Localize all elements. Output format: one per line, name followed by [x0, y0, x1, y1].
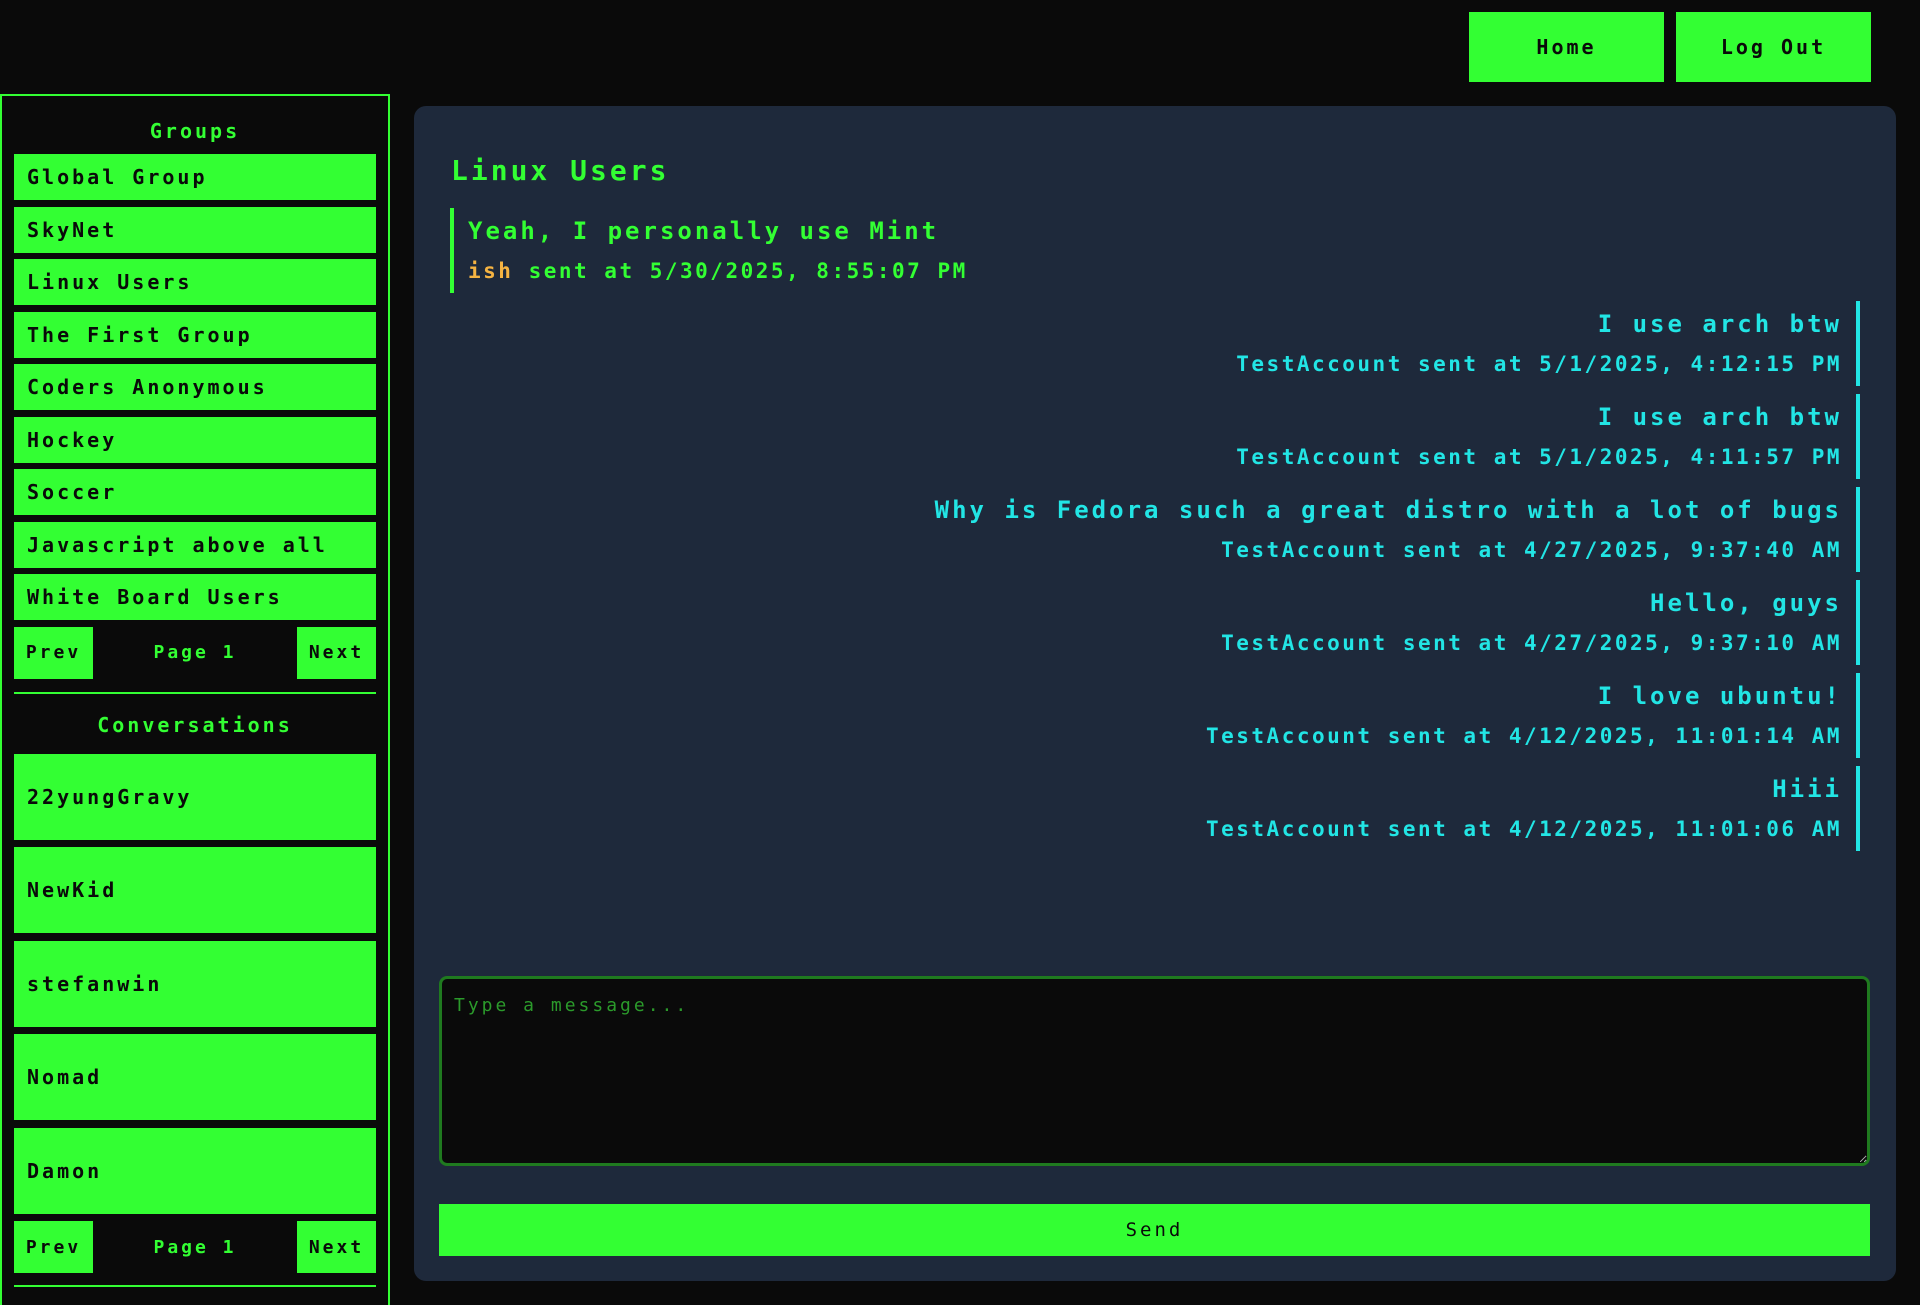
conversation-item[interactable]: Nomad — [14, 1034, 376, 1120]
group-item[interactable]: White Board Users — [14, 574, 376, 620]
message-timestamp: sent at 5/1/2025, 4:11:57 PM — [1402, 444, 1842, 469]
groups-next-button[interactable]: Next — [297, 626, 376, 679]
message-item: I love ubuntu! TestAccount sent at 4/12/… — [450, 673, 1860, 758]
sidebar-divider-bottom — [14, 1285, 376, 1287]
group-item[interactable]: Coders Anonymous — [14, 364, 376, 410]
message-text: I use arch btw — [1597, 309, 1842, 338]
chat-title: Linux Users — [451, 154, 670, 187]
message-text: I love ubuntu! — [1597, 681, 1842, 710]
message-timestamp: sent at 5/1/2025, 4:12:15 PM — [1402, 351, 1842, 376]
message-meta: TestAccount sent at 5/1/2025, 4:11:57 PM — [464, 437, 1842, 477]
conversations-next-button[interactable]: Next — [297, 1221, 376, 1273]
message-sender: TestAccount — [1221, 537, 1388, 562]
home-button[interactable]: Home — [1469, 12, 1664, 82]
sidebar: Groups Global Group SkyNet Linux Users T… — [0, 94, 390, 1305]
groups-pager: Prev Page 1 Next — [14, 626, 376, 679]
message-sender: TestAccount — [1205, 723, 1373, 748]
message-meta: TestAccount sent at 4/12/2025, 11:01:06 … — [464, 809, 1842, 849]
message-timestamp: sent at 4/12/2025, 11:01:06 AM — [1372, 816, 1842, 841]
conversation-item[interactable]: NewKid — [14, 847, 376, 933]
message-item: I use arch btw TestAccount sent at 5/1/2… — [450, 301, 1860, 386]
message-text: Why is Fedora such a great distro with a… — [934, 495, 1842, 524]
message-meta: TestAccount sent at 4/12/2025, 11:01:14 … — [464, 716, 1842, 756]
message-sender: TestAccount — [1221, 630, 1388, 655]
message-input[interactable] — [439, 976, 1870, 1166]
message-timestamp: sent at 5/30/2025, 8:55:07 PM — [513, 258, 968, 283]
groups-title: Groups — [149, 119, 241, 143]
message-meta: TestAccount sent at 4/27/2025, 9:37:10 A… — [464, 623, 1842, 663]
group-item[interactable]: SkyNet — [14, 206, 376, 253]
conversations-page-label: Page 1 — [153, 1236, 237, 1258]
logout-button[interactable]: Log Out — [1676, 12, 1871, 82]
top-nav: Home Log Out — [1469, 12, 1871, 82]
group-item[interactable]: Hockey — [14, 416, 376, 463]
group-item[interactable]: Javascript above all — [14, 521, 376, 568]
conversation-item[interactable]: Damon — [14, 1127, 376, 1214]
sidebar-divider — [14, 691, 376, 694]
message-timestamp: sent at 4/27/2025, 9:37:40 AM — [1387, 537, 1842, 562]
group-item[interactable]: Linux Users — [14, 259, 376, 305]
conversation-item[interactable]: stefanwin — [14, 940, 376, 1027]
message-list: Yeah, I personally use Mint ish sent at … — [450, 208, 1860, 859]
message-timestamp: sent at 4/12/2025, 11:01:14 AM — [1372, 723, 1842, 748]
message-meta: TestAccount sent at 4/27/2025, 9:37:40 A… — [464, 530, 1842, 570]
message-text: I use arch btw — [1597, 402, 1842, 431]
message-sender: TestAccount — [1236, 444, 1403, 469]
message-item: Hiii TestAccount sent at 4/12/2025, 11:0… — [450, 766, 1860, 851]
message-text: Yeah, I personally use Mint — [468, 216, 940, 245]
group-item[interactable]: The First Group — [14, 311, 376, 358]
conversation-item[interactable]: 22yungGravy — [14, 753, 376, 840]
conversations-prev-button[interactable]: Prev — [14, 1221, 93, 1273]
message-item: Yeah, I personally use Mint ish sent at … — [450, 208, 1860, 293]
send-button[interactable]: Send — [439, 1204, 1870, 1256]
conversation-list: 22yungGravy NewKid stefanwin Nomad Damon — [14, 753, 376, 1214]
message-item: Hello, guys TestAccount sent at 4/27/202… — [450, 580, 1860, 665]
message-text: Hiii — [1772, 774, 1842, 803]
conversations-pager: Prev Page 1 Next — [14, 1221, 376, 1273]
group-list: Global Group SkyNet Linux Users The Firs… — [14, 154, 376, 620]
message-sender: TestAccount — [1236, 351, 1403, 376]
message-item: I use arch btw TestAccount sent at 5/1/2… — [450, 394, 1860, 479]
message-item: Why is Fedora such a great distro with a… — [450, 487, 1860, 572]
group-item[interactable]: Soccer — [14, 469, 376, 515]
groups-page-label: Page 1 — [153, 642, 237, 663]
message-sender: TestAccount — [1205, 816, 1373, 841]
message-text: Hello, guys — [1650, 588, 1842, 617]
chat-panel: Linux Users Yeah, I personally use Mint … — [414, 106, 1896, 1281]
message-meta: TestAccount sent at 5/1/2025, 4:12:15 PM — [464, 344, 1842, 384]
conversations-title: Conversations — [97, 712, 293, 737]
message-meta: ish sent at 5/30/2025, 8:55:07 PM — [468, 251, 1846, 291]
groups-prev-button[interactable]: Prev — [14, 626, 93, 679]
group-item[interactable]: Global Group — [14, 154, 376, 200]
message-timestamp: sent at 4/27/2025, 9:37:10 AM — [1387, 630, 1842, 655]
message-sender: ish — [468, 258, 514, 283]
